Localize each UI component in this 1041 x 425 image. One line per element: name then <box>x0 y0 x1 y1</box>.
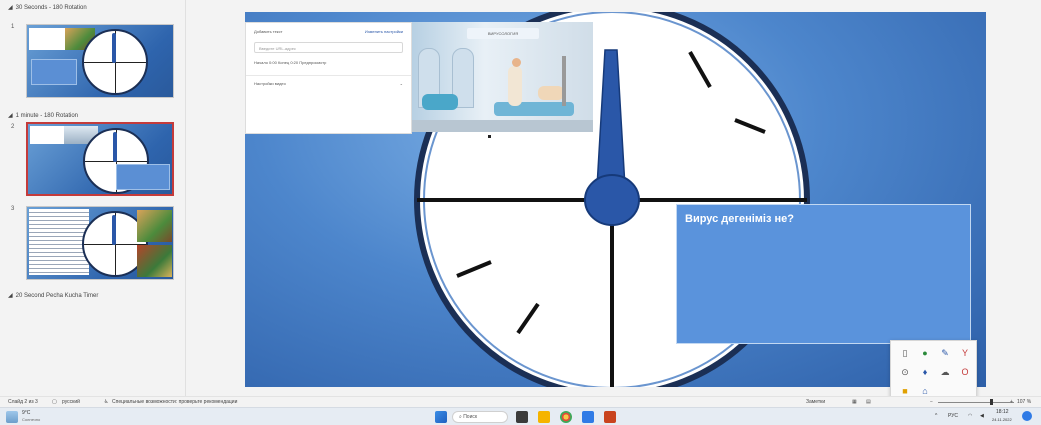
video-cursor-dot <box>488 135 491 138</box>
notifications-icon[interactable] <box>1022 411 1032 421</box>
opera-icon[interactable]: O <box>959 366 971 378</box>
thumb-clock-hand <box>112 33 116 63</box>
speaker-icon[interactable]: ◀ <box>980 413 984 419</box>
accessibility-status[interactable]: Специальные возможности: проверьте реком… <box>112 399 237 405</box>
task-view-icon[interactable] <box>516 411 528 423</box>
sync-icon[interactable]: ● <box>919 347 931 359</box>
hidden-icons-tray[interactable]: ▯ ● ✎ Y ⊙ ♦ ☁ O ■ ⌂ <box>890 340 977 404</box>
taskbar-search[interactable]: ⌕ Поиск <box>452 411 508 423</box>
url-input[interactable]: Введите URL-адрес <box>254 42 403 53</box>
slide-number-3: 3 <box>11 206 15 212</box>
zoom-level[interactable]: 107 % <box>1017 399 1031 405</box>
section-header-3[interactable]: ◢ 20 Second Pecha Kucha Timer <box>8 292 98 299</box>
doctor-head <box>512 58 521 67</box>
collapse-arrow-icon[interactable]: ◢ <box>8 113 13 119</box>
slide-counter: Слайд 2 из 3 <box>8 399 38 405</box>
zoom-in-icon[interactable]: + <box>1010 399 1013 405</box>
cloud-icon[interactable]: ☁ <box>939 366 951 378</box>
antivirus-icon[interactable]: Y <box>959 347 971 359</box>
question-textbox[interactable]: Вирус дегеніміз не? <box>676 204 971 344</box>
thumb-overlay <box>30 126 64 144</box>
chevron-down-icon[interactable]: ⌄ <box>400 81 403 86</box>
slide-number-1: 1 <box>11 24 15 30</box>
thumb-picture <box>137 210 172 242</box>
doctor-figure <box>508 66 522 106</box>
section-header-2[interactable]: ◢ 1 minute - 180 Rotation <box>8 112 78 119</box>
status-bar: Слайд 2 из 3 ▢ русский ♿ Специальные воз… <box>0 396 1041 407</box>
slide-thumbnail-2[interactable] <box>26 122 174 196</box>
thumb-picture <box>137 245 172 277</box>
video-frame[interactable]: ВИРУСОЛОГИЯ <box>412 22 593 132</box>
chair-shape <box>422 94 458 110</box>
language-indicator[interactable]: русский <box>62 399 80 405</box>
overlay-row: Добавить текст Изменить настройки <box>254 29 403 34</box>
clipboard-icon[interactable]: ▯ <box>899 347 911 359</box>
video-title-banner: ВИРУСОЛОГИЯ <box>467 28 539 39</box>
accessibility-icon[interactable]: ♿ <box>104 399 108 405</box>
notes-button[interactable]: Заметки <box>806 399 825 405</box>
floor-shape <box>412 120 593 132</box>
pen-icon[interactable]: ✎ <box>939 347 951 359</box>
slide-number-2: 2 <box>11 124 15 130</box>
section-header-1[interactable]: ◢ 30 Seconds - 180 Rotation <box>8 4 87 11</box>
thumb-clock-hand <box>112 215 116 245</box>
video-settings-row[interactable]: Настройки видео ⌄ <box>254 81 403 86</box>
zoom-slider[interactable] <box>938 402 1014 403</box>
zoom-slider-thumb[interactable] <box>990 399 993 405</box>
windows-start-icon[interactable] <box>435 411 447 423</box>
wifi-icon[interactable]: ◠ <box>968 413 972 419</box>
powerpoint-icon[interactable] <box>604 411 616 423</box>
file-explorer-icon[interactable] <box>538 411 550 423</box>
windows-taskbar: 9°C Солнечно ⌕ Поиск ^ РУС ◠ ◀ 18:12 24.… <box>0 407 1041 425</box>
input-language[interactable]: РУС <box>948 413 958 419</box>
overlay-divider <box>246 75 411 76</box>
slide-canvas[interactable]: Добавить текст Изменить настройки Введит… <box>245 12 986 387</box>
normal-view-icon[interactable]: ▦ <box>852 399 857 405</box>
clock-center-hub <box>584 174 640 226</box>
patient-figure <box>538 86 564 100</box>
chrome-icon[interactable] <box>560 411 572 423</box>
sorter-view-icon[interactable]: ▤ <box>866 399 871 405</box>
weather-description[interactable]: Солнечно <box>22 417 40 422</box>
collapse-arrow-icon[interactable]: ◢ <box>8 5 13 11</box>
slide-thumbnail-3[interactable] <box>26 206 174 280</box>
thumb-clock-hand <box>113 132 117 162</box>
spellcheck-icon[interactable]: ▢ <box>52 399 57 405</box>
slide-thumbnail-1[interactable] <box>26 24 174 98</box>
search-icon: ⌕ <box>459 414 462 420</box>
zoom-out-icon[interactable]: − <box>930 399 933 405</box>
iv-stand <box>562 56 566 106</box>
clock-time[interactable]: 18:12 <box>996 409 1009 415</box>
overlay-time-row[interactable]: Начало 0:00 Конец 0:20 Предпросмотр <box>254 60 403 65</box>
overlay-title: Добавить текст <box>254 29 283 34</box>
weather-temp[interactable]: 9°C <box>22 410 30 416</box>
bluetooth-icon[interactable]: ♦ <box>919 366 931 378</box>
settings-icon[interactable]: ⊙ <box>899 366 911 378</box>
thumb-overlay <box>29 28 65 50</box>
slide-thumbnails-pane: ◢ 30 Seconds - 180 Rotation 1 ◢ 1 minute -… <box>0 0 186 396</box>
thumb-text-block <box>29 209 89 275</box>
overlay-settings-link[interactable]: Изменить настройки <box>365 29 403 34</box>
weather-icon[interactable] <box>6 411 18 423</box>
thumb-textbox <box>116 164 170 190</box>
mail-icon[interactable] <box>582 411 594 423</box>
video-options-panel[interactable]: Добавить текст Изменить настройки Введит… <box>245 22 412 134</box>
thumb-textbox <box>31 59 77 85</box>
clock-date[interactable]: 24.11.2022 <box>992 417 1012 422</box>
chevron-up-icon[interactable]: ^ <box>935 413 937 419</box>
collapse-arrow-icon[interactable]: ◢ <box>8 293 13 299</box>
